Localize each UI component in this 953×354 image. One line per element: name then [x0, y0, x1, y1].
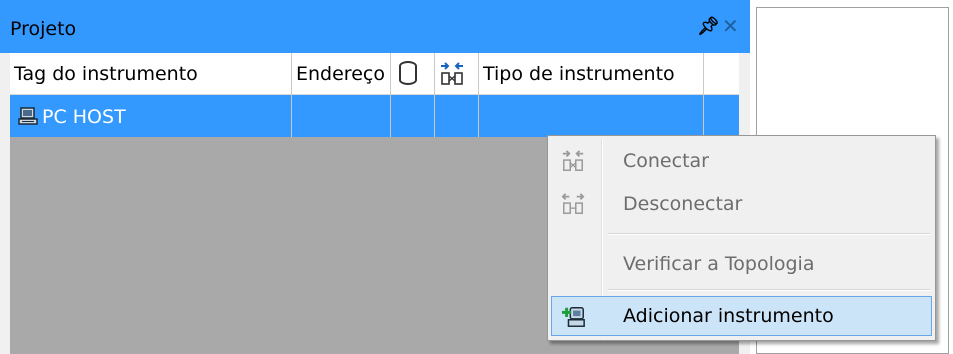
menu-item-desconectar[interactable]: Desconectar [551, 184, 932, 224]
column-tag-label: Tag do instrumento [14, 63, 198, 85]
menu-item-label: Conectar [623, 150, 709, 172]
menu-separator [608, 233, 930, 235]
panel-title: Projeto [10, 18, 77, 40]
column-tag[interactable]: Tag do instrumento [10, 53, 292, 95]
menu-item-label: Adicionar instrumento [623, 305, 834, 327]
row-cell-address [292, 95, 391, 137]
column-instrument-type[interactable]: Tipo de instrumento [479, 53, 704, 95]
add-instrument-icon [562, 307, 585, 327]
menu-item-verificar-topologia[interactable]: Verificar a Topologia [551, 244, 932, 284]
column-database[interactable] [391, 53, 435, 95]
menu-item-label: Verificar a Topologia [623, 253, 815, 275]
column-address-label: Endereço [296, 63, 385, 85]
row-cell-connect [435, 95, 479, 137]
menu-item-adicionar-instrumento[interactable]: Adicionar instrumento [551, 296, 932, 336]
column-header-row: Tag do instrumento Endereço Tipo de inst… [10, 53, 739, 95]
table-row[interactable]: PC HOST [10, 95, 739, 137]
row-cell-type [479, 95, 704, 137]
pin-icon[interactable]: 📌︎ [697, 16, 720, 37]
database-icon [399, 61, 417, 85]
menu-item-label: Desconectar [623, 193, 743, 215]
row-cell-tag: PC HOST [10, 95, 292, 137]
column-connect[interactable] [435, 53, 479, 95]
row-tag-label: PC HOST [42, 106, 126, 128]
menu-separator [608, 289, 930, 291]
connect-icon [562, 150, 584, 171]
connect-icon [441, 62, 463, 85]
column-type-label: Tipo de instrumento [483, 63, 675, 85]
computer-icon [18, 107, 38, 125]
column-filler [704, 53, 739, 95]
column-address[interactable]: Endereço [292, 53, 391, 95]
context-menu: Conectar Desconectar Verificar a Topolog… [547, 135, 936, 341]
menu-item-conectar[interactable]: Conectar [551, 141, 932, 181]
close-icon[interactable]: ✕ [722, 14, 739, 38]
row-cell-database [391, 95, 435, 137]
panel-titlebar[interactable]: Projeto 📌︎ ✕ [0, 0, 750, 53]
disconnect-icon [561, 193, 585, 214]
